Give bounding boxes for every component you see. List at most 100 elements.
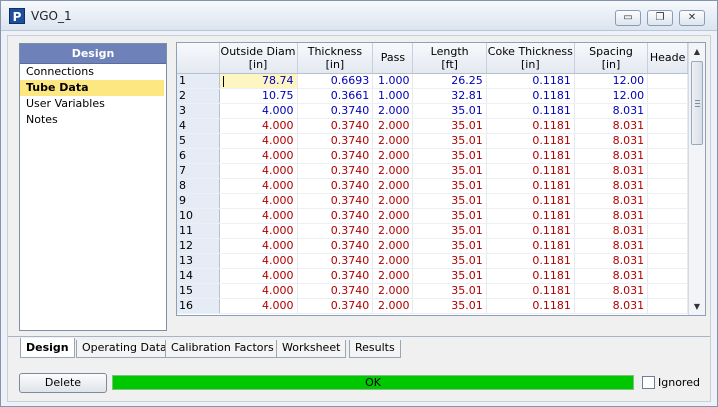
table-cell[interactable] xyxy=(647,103,688,119)
delete-button[interactable]: Delete xyxy=(19,373,107,393)
column-header[interactable]: Length [ft] xyxy=(412,43,487,74)
table-cell[interactable]: 35.01 xyxy=(412,178,487,194)
table-cell[interactable]: 0.1181 xyxy=(486,253,575,269)
table-cell[interactable] xyxy=(647,298,688,314)
table-cell[interactable]: 8.031 xyxy=(574,238,649,254)
table-cell[interactable]: 12.00 xyxy=(574,88,649,104)
table-cell[interactable]: 8.031 xyxy=(574,178,649,194)
table-cell[interactable]: 8.031 xyxy=(574,223,649,239)
table-cell[interactable] xyxy=(647,73,688,89)
table-cell[interactable]: 0.1181 xyxy=(486,73,575,89)
table-cell[interactable] xyxy=(647,238,688,254)
tab-results[interactable]: Results xyxy=(349,340,401,358)
table-cell[interactable]: 2.000 xyxy=(372,163,414,179)
table-cell[interactable]: 35.01 xyxy=(412,193,487,209)
table-cell[interactable]: 2.000 xyxy=(372,178,414,194)
table-cell[interactable]: 2.000 xyxy=(372,208,414,224)
table-cell[interactable] xyxy=(647,118,688,134)
table-cell[interactable]: 0.1181 xyxy=(486,283,575,299)
table-cell[interactable]: 35.01 xyxy=(412,118,487,134)
table-cell[interactable]: 0.3740 xyxy=(297,133,374,149)
scroll-down-icon[interactable]: ▼ xyxy=(689,298,705,315)
table-cell[interactable]: 2.000 xyxy=(372,148,414,164)
table-cell[interactable]: 8.031 xyxy=(574,268,649,284)
table-cell[interactable]: 35.01 xyxy=(412,148,487,164)
table-cell[interactable]: 35.01 xyxy=(412,208,487,224)
row-header[interactable]: 7 xyxy=(177,163,220,179)
table-cell[interactable]: 2.000 xyxy=(372,103,414,119)
table-cell[interactable]: 4.000 xyxy=(219,298,298,314)
table-cell[interactable]: 0.3740 xyxy=(297,163,374,179)
table-cell[interactable]: 0.6693 xyxy=(297,73,374,89)
table-cell[interactable]: 2.000 xyxy=(372,223,414,239)
column-header[interactable]: Thickness [in] xyxy=(297,43,374,74)
table-cell[interactable]: 0.3740 xyxy=(297,178,374,194)
table-cell[interactable] xyxy=(647,208,688,224)
table-cell[interactable]: 35.01 xyxy=(412,133,487,149)
table-cell[interactable]: 35.01 xyxy=(412,223,487,239)
table-cell[interactable]: 4.000 xyxy=(219,238,298,254)
table-cell[interactable] xyxy=(647,148,688,164)
table-cell[interactable]: 4.000 xyxy=(219,163,298,179)
table-cell[interactable]: 0.3740 xyxy=(297,238,374,254)
row-header[interactable]: 8 xyxy=(177,178,220,194)
minimize-button[interactable]: ▭ xyxy=(615,10,641,26)
table-cell[interactable]: 1.000 xyxy=(372,73,414,89)
tab-operating-data[interactable]: Operating Data xyxy=(76,340,173,358)
column-header[interactable]: Spacing [in] xyxy=(574,43,649,74)
row-header[interactable]: 16 xyxy=(177,298,220,314)
table-cell[interactable]: 0.3740 xyxy=(297,253,374,269)
table-cell[interactable]: 0.3740 xyxy=(297,193,374,209)
vertical-scrollbar[interactable]: ▲ ▼ xyxy=(688,43,705,315)
table-cell[interactable]: 0.1181 xyxy=(486,88,575,104)
table-cell[interactable] xyxy=(647,178,688,194)
table-cell[interactable]: 2.000 xyxy=(372,268,414,284)
table-cell[interactable]: 4.000 xyxy=(219,283,298,299)
title-bar[interactable]: P VGO_1 ▭ ❐ ✕ xyxy=(1,1,717,31)
table-cell[interactable]: 78.74 xyxy=(219,73,298,89)
table-cell[interactable]: 12.00 xyxy=(574,73,649,89)
corner-header[interactable] xyxy=(177,43,220,74)
nav-item-tube-data[interactable]: Tube Data xyxy=(20,80,164,96)
table-cell[interactable]: 0.1181 xyxy=(486,193,575,209)
table-cell[interactable] xyxy=(647,193,688,209)
row-header[interactable]: 5 xyxy=(177,133,220,149)
row-header[interactable]: 9 xyxy=(177,193,220,209)
table-cell[interactable]: 0.1181 xyxy=(486,238,575,254)
table-cell[interactable]: 4.000 xyxy=(219,223,298,239)
table-cell[interactable]: 0.1181 xyxy=(486,133,575,149)
row-header[interactable]: 15 xyxy=(177,283,220,299)
column-header[interactable]: Heade xyxy=(647,43,688,74)
table-cell[interactable]: 8.031 xyxy=(574,103,649,119)
table-cell[interactable]: 2.000 xyxy=(372,193,414,209)
row-header[interactable]: 2 xyxy=(177,88,220,104)
table-cell[interactable] xyxy=(647,253,688,269)
table-cell[interactable]: 8.031 xyxy=(574,283,649,299)
table-cell[interactable]: 0.3740 xyxy=(297,208,374,224)
table-cell[interactable]: 4.000 xyxy=(219,193,298,209)
table-cell[interactable]: 0.3740 xyxy=(297,268,374,284)
row-header[interactable]: 12 xyxy=(177,238,220,254)
column-header[interactable]: Outside Diam [in] xyxy=(219,43,298,74)
table-cell[interactable]: 35.01 xyxy=(412,238,487,254)
table-cell[interactable]: 35.01 xyxy=(412,283,487,299)
nav-item-user-variables[interactable]: User Variables xyxy=(20,96,166,112)
table-cell[interactable]: 2.000 xyxy=(372,283,414,299)
row-header[interactable]: 6 xyxy=(177,148,220,164)
table-cell[interactable]: 0.3740 xyxy=(297,148,374,164)
table-cell[interactable]: 0.3661 xyxy=(297,88,374,104)
scroll-up-icon[interactable]: ▲ xyxy=(689,43,705,60)
table-cell[interactable]: 0.1181 xyxy=(486,148,575,164)
row-header[interactable]: 3 xyxy=(177,103,220,119)
table-cell[interactable]: 4.000 xyxy=(219,103,298,119)
table-cell[interactable]: 4.000 xyxy=(219,178,298,194)
table-cell[interactable]: 0.3740 xyxy=(297,103,374,119)
table-cell[interactable]: 0.1181 xyxy=(486,298,575,314)
table-cell[interactable] xyxy=(647,133,688,149)
table-cell[interactable]: 0.3740 xyxy=(297,283,374,299)
table-cell[interactable]: 8.031 xyxy=(574,253,649,269)
table-cell[interactable]: 8.031 xyxy=(574,163,649,179)
row-header[interactable]: 4 xyxy=(177,118,220,134)
table-cell[interactable]: 26.25 xyxy=(412,73,487,89)
table-cell[interactable]: 0.1181 xyxy=(486,103,575,119)
